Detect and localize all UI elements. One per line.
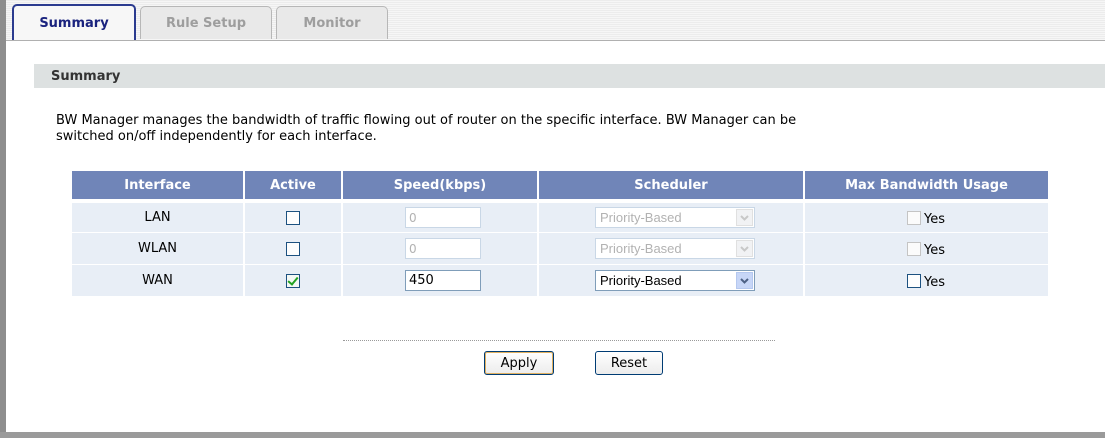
speed-cell: 0 (343, 203, 539, 232)
description-line-1: BW Manager manages the bandwidth of traf… (56, 113, 797, 128)
tab-summary[interactable]: Summary (12, 4, 136, 40)
speed-input-wlan[interactable]: 0 (405, 238, 481, 259)
interface-name: WAN (72, 265, 245, 296)
interface-name: LAN (72, 203, 245, 232)
header-scheduler: Scheduler (539, 171, 805, 199)
chevron-down-icon (736, 272, 753, 289)
max-bw-cell: Yes (805, 265, 1048, 296)
reset-button[interactable]: Reset (595, 351, 663, 375)
active-checkbox-wlan[interactable] (286, 241, 300, 256)
header-interface: Interface (72, 171, 245, 199)
max-bw-label: Yes (924, 243, 945, 258)
table-row: LAN 0 Priority-Based Yes (72, 202, 1048, 232)
tab-rule-setup[interactable]: Rule Setup (140, 6, 272, 39)
max-bw-checkbox-wlan[interactable] (907, 241, 921, 256)
speed-cell: 0 (343, 233, 539, 264)
speed-input-lan[interactable]: 0 (405, 207, 481, 228)
divider (343, 340, 775, 341)
table-row: WLAN 0 Priority-Based Yes (72, 232, 1048, 264)
max-bw-checkbox-wan[interactable] (907, 273, 921, 288)
scheduler-select-wan[interactable]: Priority-Based (595, 270, 755, 291)
max-bw-label: Yes (924, 212, 945, 227)
header-speed: Speed(kbps) (343, 171, 539, 199)
active-cell (245, 233, 343, 264)
max-bw-cell: Yes (805, 203, 1048, 232)
section-header: Summary (34, 64, 1105, 88)
scheduler-cell: Priority-Based (539, 203, 805, 232)
header-active: Active (245, 171, 343, 199)
bandwidth-table: Interface Active Speed(kbps) Scheduler M… (72, 171, 1048, 296)
description-line-2: switched on/off independently for each i… (56, 129, 377, 144)
chevron-down-icon (736, 209, 753, 226)
tab-monitor[interactable]: Monitor (276, 6, 388, 39)
scheduler-value: Priority-Based (600, 241, 682, 256)
scheduler-value: Priority-Based (600, 273, 682, 288)
max-bw-label: Yes (924, 275, 945, 290)
window-frame-bottom (0, 432, 1105, 438)
scheduler-value: Priority-Based (600, 210, 682, 225)
header-max-bandwidth: Max Bandwidth Usage (805, 171, 1048, 199)
scheduler-cell: Priority-Based (539, 233, 805, 264)
active-cell (245, 265, 343, 296)
active-checkbox-lan[interactable] (286, 210, 300, 225)
description-text: BW Manager manages the bandwidth of traf… (56, 113, 1036, 145)
scheduler-select-wlan[interactable]: Priority-Based (595, 238, 755, 259)
interface-name: WLAN (72, 233, 245, 264)
table-row: WAN 450 Priority-Based Yes (72, 264, 1048, 296)
active-checkbox-wan[interactable] (286, 273, 300, 288)
table-header-row: Interface Active Speed(kbps) Scheduler M… (72, 171, 1048, 199)
apply-button[interactable]: Apply (484, 351, 554, 375)
scheduler-select-lan[interactable]: Priority-Based (595, 207, 755, 228)
speed-input-wan[interactable]: 450 (405, 270, 481, 291)
speed-cell: 450 (343, 265, 539, 296)
chevron-down-icon (736, 240, 753, 257)
scheduler-cell: Priority-Based (539, 265, 805, 296)
max-bw-checkbox-lan[interactable] (907, 210, 921, 225)
active-cell (245, 203, 343, 232)
max-bw-cell: Yes (805, 233, 1048, 264)
